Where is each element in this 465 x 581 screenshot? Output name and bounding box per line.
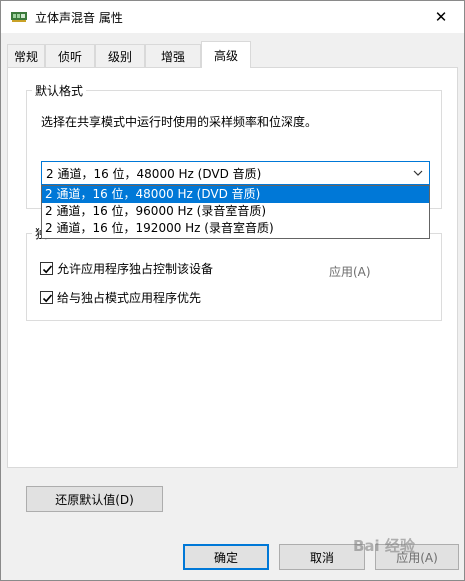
- sound-card-icon: [11, 12, 27, 22]
- give-priority-checkbox[interactable]: [40, 291, 53, 304]
- baidu-watermark: Bai 经验: [353, 537, 415, 555]
- sample-format-option[interactable]: 2 通道，16 位，192000 Hz (录音室音质): [42, 220, 429, 237]
- properties-dialog: 立体声混音 属性 ✕ 常规 侦听 级别 增强 高级 默认格式 选择在共享模式中运…: [0, 0, 465, 581]
- restore-defaults-button[interactable]: 还原默认值(D): [26, 486, 163, 512]
- allow-exclusive-checkbox-row[interactable]: 允许应用程序独占控制该设备: [40, 260, 213, 277]
- chevron-down-icon: [413, 170, 423, 176]
- sample-format-selected: 2 通道，16 位，48000 Hz (DVD 音质): [46, 166, 262, 181]
- allow-exclusive-label: 允许应用程序独占控制该设备: [57, 262, 214, 276]
- tab-advanced[interactable]: 高级: [201, 41, 251, 68]
- sample-format-option[interactable]: 2 通道，16 位，96000 Hz (录音室音质): [42, 203, 429, 220]
- close-icon: ✕: [434, 7, 448, 26]
- sample-format-option[interactable]: 2 通道，16 位，48000 Hz (DVD 音质): [42, 186, 429, 203]
- tab-listen[interactable]: 侦听: [45, 44, 95, 68]
- exclusive-mode-group: 独: [26, 225, 442, 321]
- tab-enhancements[interactable]: 增强: [145, 44, 201, 68]
- give-priority-label: 给与独占模式应用程序优先: [57, 291, 202, 305]
- sample-format-select[interactable]: 2 通道，16 位，48000 Hz (DVD 音质): [41, 161, 430, 185]
- checkmark-icon: [42, 265, 53, 274]
- sample-format-dropdown: 2 通道，16 位，48000 Hz (DVD 音质) 2 通道，16 位，96…: [41, 185, 430, 239]
- tab-general[interactable]: 常规: [7, 44, 45, 68]
- checkmark-icon: [42, 294, 53, 303]
- default-format-legend: 默认格式: [32, 82, 87, 99]
- give-priority-checkbox-row[interactable]: 给与独占模式应用程序优先: [40, 289, 201, 306]
- apply-button-label-partial: 应用(A): [329, 265, 371, 279]
- title-bar[interactable]: 立体声混音 属性 ✕: [1, 1, 464, 33]
- allow-exclusive-checkbox[interactable]: [40, 262, 53, 275]
- ok-button[interactable]: 确定: [183, 544, 269, 570]
- close-button[interactable]: ✕: [418, 1, 464, 32]
- window-title: 立体声混音 属性: [35, 11, 123, 25]
- default-format-description: 选择在共享模式中运行时使用的采样频率和位深度。: [41, 115, 318, 129]
- tab-levels[interactable]: 级别: [95, 44, 145, 68]
